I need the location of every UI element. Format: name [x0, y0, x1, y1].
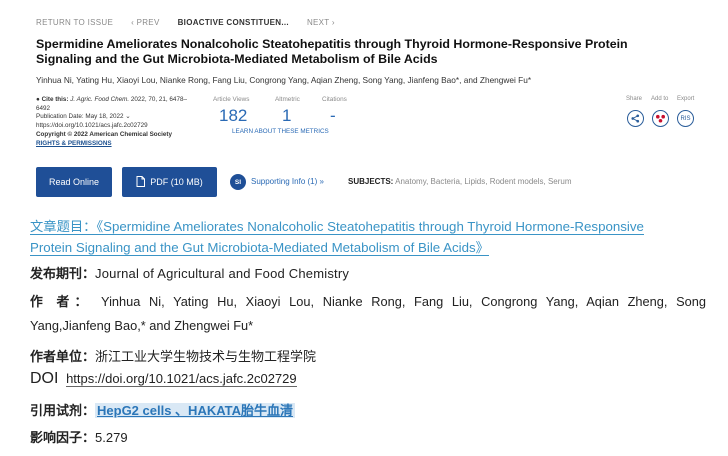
read-online-button[interactable]: Read Online [36, 167, 112, 197]
publication-date[interactable]: Publication Date: May 18, 2022 ⌄ [36, 113, 206, 122]
title-cn-line-2: Protein Signaling and the Gut Microbiota… [30, 240, 489, 256]
impact-value: 5.279 [95, 430, 128, 445]
prev-link[interactable]: ‹ PREV [131, 18, 159, 27]
title-cn-label: 文章题目： [30, 219, 97, 235]
journal-label: 发布期刊： [30, 266, 96, 281]
cite-detail: 2022, 70, 21, 6478– [130, 96, 187, 103]
article-title-cn-block: 文章题目：《Spermidine Ameliorates Nonalcoholi… [30, 216, 706, 258]
subjects: SUBJECTS: Anatomy, Bacteria, Lipids, Rod… [348, 177, 572, 186]
author-label: 作 者： [30, 294, 93, 309]
rights-permissions-link[interactable]: RIGHTS & PERMISSIONS [36, 140, 206, 149]
cite-bullet-icon: ● [36, 96, 40, 103]
article-title-line-2: Signaling and the Gut Microbiota-Mediate… [36, 52, 438, 66]
learn-metrics-link[interactable]: LEARN ABOUT THESE METRICS [232, 128, 329, 135]
ris-text: RIS [680, 115, 691, 122]
article-nav: RETURN TO ISSUE ‹ PREV BIOACTIVE CONSTIT… [36, 18, 353, 27]
altmetric-value[interactable]: 1 [282, 106, 291, 126]
reagent-label: 引用试剂： [30, 403, 96, 418]
supporting-info-link[interactable]: Supporting Info (1) » [251, 177, 324, 186]
doi-label: DOI [30, 370, 59, 387]
reagent-link[interactable]: HepG2 cells 、HAKATA胎牛血清 [95, 403, 296, 418]
export-ris-icon[interactable]: RIS [677, 110, 694, 127]
author-value-line-1: Yinhua Ni, Yating Hu, Xiaoyi Lou, Nianke… [101, 294, 706, 309]
copyright: Copyright © 2022 American Chemical Socie… [36, 130, 172, 138]
subjects-list[interactable]: Anatomy, Bacteria, Lipids, Rodent models… [395, 177, 571, 186]
citations-label: Citations [322, 96, 347, 103]
reagent-row: 引用试剂： HepG2 cells 、HAKATA胎牛血清 [30, 400, 296, 419]
chevron-down-icon: ⌄ [125, 113, 131, 121]
journal-row: 发布期刊：Journal of Agricultural and Food Ch… [30, 263, 349, 282]
citations-value[interactable]: - [330, 106, 336, 126]
citation-block: ● Cite this: J. Agric. Food Chem. 2022, … [36, 96, 206, 148]
doi-link[interactable]: https://doi.org/10.1021/acs.jafc.2c02729 [66, 371, 297, 387]
doi-row: DOI https://doi.org/10.1021/acs.jafc.2c0… [30, 370, 297, 388]
return-to-issue-link[interactable]: RETURN TO ISSUE [36, 18, 113, 27]
cite-detail-2: 6492 [36, 104, 51, 112]
author-row-1: 作 者： Yinhua Ni, Yating Hu, Xiaoyi Lou, N… [30, 291, 706, 310]
export-label: Export [677, 96, 695, 102]
next-link[interactable]: NEXT › [307, 18, 335, 27]
article-title: Spermidine Ameliorates Nonalcoholic Stea… [36, 37, 696, 67]
current-section[interactable]: BIOACTIVE CONSTITUEN... [178, 18, 289, 27]
impact-row: 影响因子：5.279 [30, 427, 128, 446]
unit-value: 浙江工业大学生物技术与生物工程学院 [95, 349, 317, 364]
title-cn-line-1: 《Spermidine Ameliorates Nonalcoholic Ste… [96, 219, 644, 235]
views-label: Article Views [213, 96, 250, 103]
cite-journal: J. Agric. Food Chem. [70, 96, 130, 103]
cite-line: ● Cite this: J. Agric. Food Chem. 2022, … [36, 96, 206, 105]
pdf-label: PDF (10 MB) [150, 177, 203, 187]
journal-value: Journal of Agricultural and Food Chemist… [95, 266, 350, 281]
cite-doi[interactable]: https://doi.org/10.1021/acs.jafc.2c02729 [36, 122, 206, 131]
altmetric-label: Altmetric [275, 96, 300, 103]
share-label: Share [626, 96, 643, 102]
cite-label: Cite this: [41, 96, 69, 103]
article-title-line-1: Spermidine Ameliorates Nonalcoholic Stea… [36, 37, 628, 51]
impact-label: 影响因子： [30, 430, 96, 445]
add-to-icon[interactable] [652, 110, 669, 127]
unit-label: 作者单位： [30, 349, 96, 364]
unit-row: 作者单位：浙江工业大学生物技术与生物工程学院 [30, 346, 316, 365]
subjects-label: SUBJECTS: [348, 177, 394, 186]
author-row-2: Yang,Jianfeng Bao,* and Zhengwei Fu* [30, 318, 254, 333]
pdf-button[interactable]: PDF (10 MB) [122, 167, 217, 197]
share-icon[interactable] [627, 110, 644, 127]
add-to-label: Add to [651, 96, 669, 102]
views-value[interactable]: 182 [219, 106, 247, 126]
supporting-info-icon[interactable]: SI [230, 174, 246, 190]
article-authors[interactable]: Yinhua Ni, Yating Hu, Xiaoyi Lou, Nianke… [36, 75, 531, 85]
pdf-icon [136, 175, 146, 189]
